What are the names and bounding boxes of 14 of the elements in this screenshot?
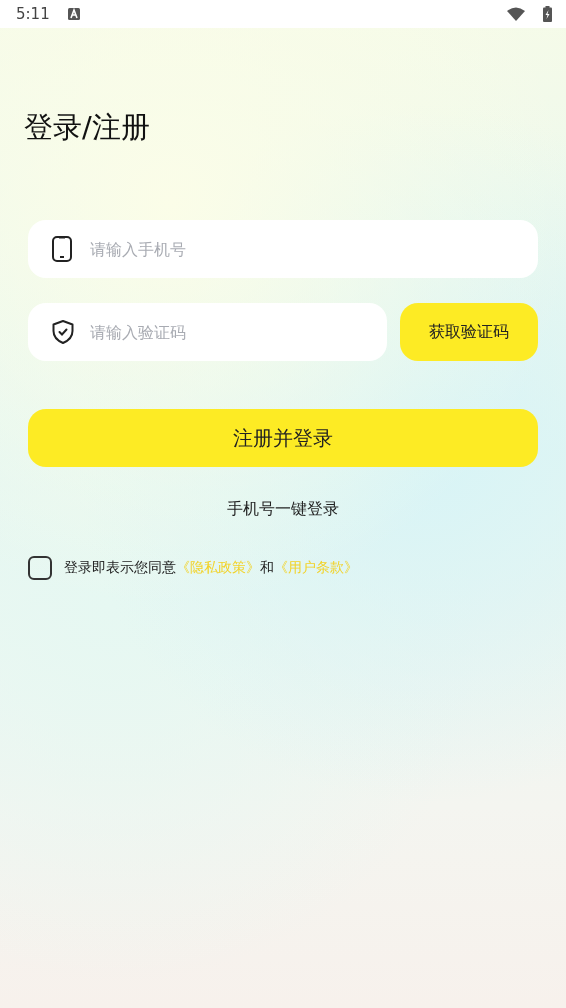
get-code-button[interactable]: 获取验证码 xyxy=(400,303,538,361)
battery-icon xyxy=(543,6,552,22)
phone-icon xyxy=(52,236,72,262)
code-input-field[interactable]: 请输入验证码 xyxy=(28,303,387,361)
wifi-icon xyxy=(507,7,525,21)
register-login-button[interactable]: 注册并登录 xyxy=(28,409,538,467)
phone-input-field[interactable]: 请输入手机号 xyxy=(28,220,538,278)
agreement-text: 登录即表示您同意《隐私政策》和《用户条款》 xyxy=(64,559,358,577)
status-time: 5:11 xyxy=(16,5,50,23)
keyboard-icon xyxy=(67,8,80,20)
agreement-checkbox[interactable] xyxy=(28,556,52,580)
page-title: 登录/注册 xyxy=(24,109,151,146)
shield-check-icon xyxy=(52,320,74,344)
one-click-login-link[interactable]: 手机号一键登录 xyxy=(227,499,339,520)
